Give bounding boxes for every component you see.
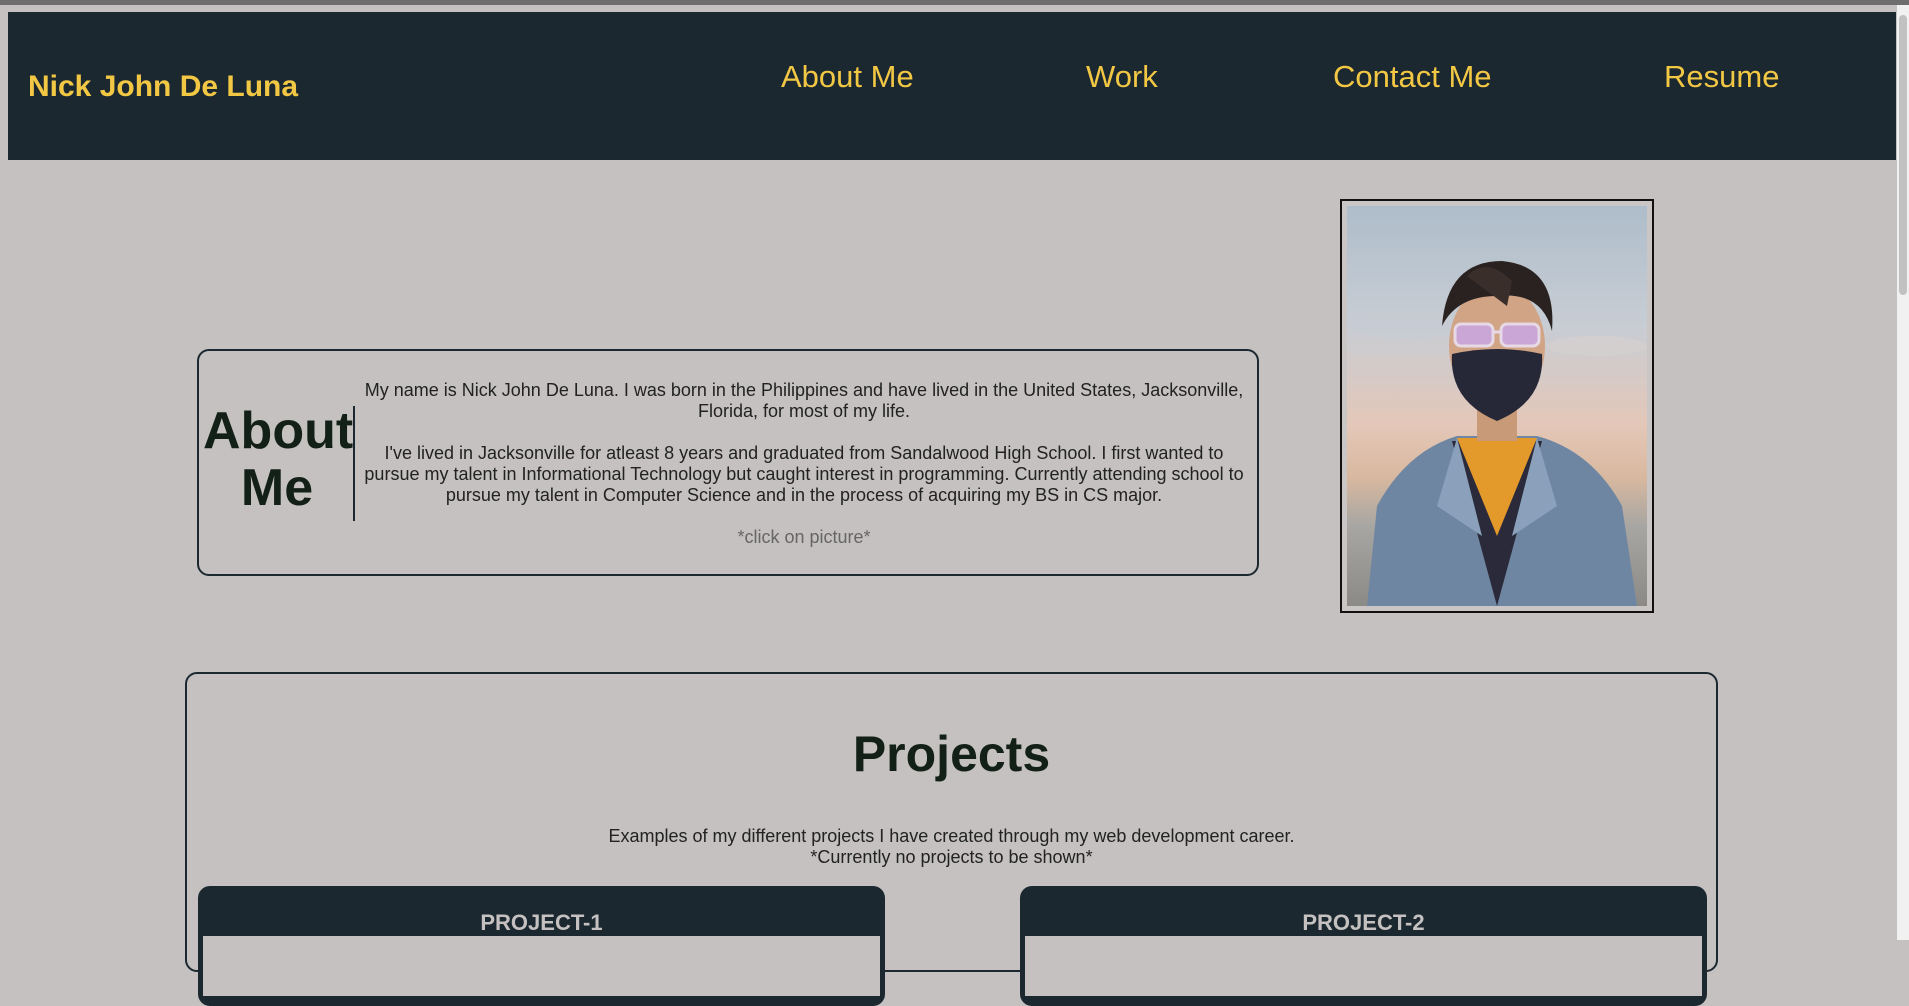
about-title-line2: Me (240, 459, 314, 517)
about-paragraph-1: My name is Nick John De Luna. I was born… (364, 380, 1244, 421)
profile-photo[interactable] (1347, 206, 1647, 606)
projects-title: Projects (852, 726, 1051, 782)
project-1-label: PROJECT-1 (480, 910, 603, 935)
projects-section: Projects Examples of my different projec… (185, 672, 1718, 1006)
projects-desc-line1: Examples of my different projects I have… (608, 826, 1295, 846)
projects-description: Examples of my different projects I have… (187, 826, 1716, 868)
about-title-line1: About (203, 402, 354, 460)
click-picture-note: *click on picture* (737, 527, 871, 547)
project-2-preview (1025, 936, 1702, 996)
project-card-1[interactable]: PROJECT-1 (198, 886, 885, 1006)
about-divider (353, 406, 355, 521)
window-top-border (0, 0, 1909, 5)
about-paragraph-2: I've lived in Jacksonville for atleast 8… (364, 443, 1244, 505)
nav-work[interactable]: Work (1086, 59, 1158, 95)
scrollbar-thumb[interactable] (1899, 15, 1907, 295)
nav-contact-me[interactable]: Contact Me (1333, 59, 1492, 95)
about-title: About Me (203, 402, 354, 517)
nav-about-me[interactable]: About Me (781, 59, 914, 95)
projects-desc-line2: *Currently no projects to be shown* (810, 847, 1093, 867)
project-card-2[interactable]: PROJECT-2 (1020, 886, 1707, 1006)
page-scrollbar[interactable] (1897, 5, 1909, 940)
project-1-preview (203, 936, 880, 996)
profile-photo-frame[interactable] (1340, 199, 1654, 613)
profile-photo-illustration (1347, 261, 1647, 606)
brand-name[interactable]: Nick John De Luna (28, 70, 298, 104)
about-text: My name is Nick John De Luna. I was born… (361, 380, 1247, 527)
nav-resume[interactable]: Resume (1664, 59, 1779, 95)
about-section: About Me My name is Nick John De Luna. I… (197, 349, 1259, 576)
site-header: Nick John De Luna About Me Work Contact … (8, 12, 1896, 160)
project-2-label: PROJECT-2 (1302, 910, 1425, 935)
